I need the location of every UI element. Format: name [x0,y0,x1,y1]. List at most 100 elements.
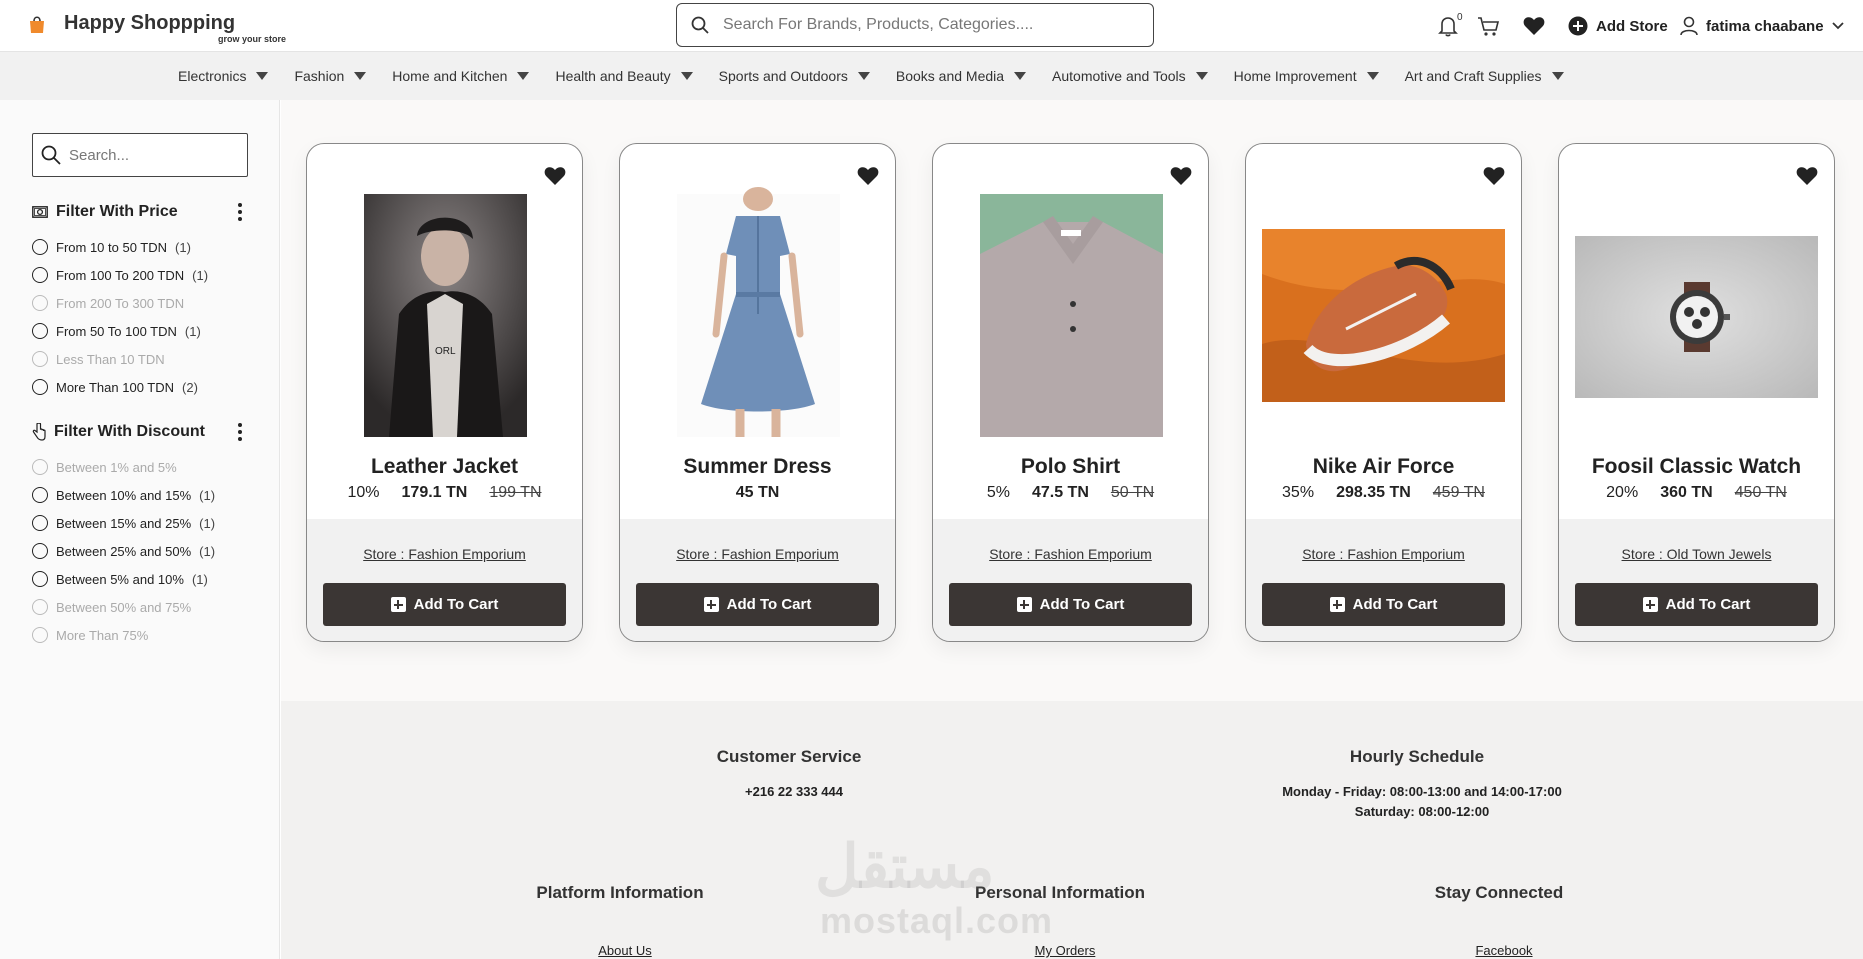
caret-down-icon [680,72,693,80]
price-option[interactable]: More Than 100 TDN (2) [32,377,198,397]
plus-square-icon [1329,597,1345,612]
radio-button [32,599,48,615]
price-option[interactable]: From 100 To 200 TDN (1) [32,265,208,285]
category-home-and-kitchen[interactable]: Home and Kitchen [392,68,530,84]
favorite-heart-icon[interactable] [857,166,879,186]
caret-down-icon [1366,72,1379,80]
hourly-schedule-title: Hourly Schedule [1349,747,1485,766]
price-option[interactable]: From 50 To 100 TDN (1) [32,321,201,341]
category-fashion[interactable]: Fashion [294,68,367,84]
watermark-latin: mostaql.com [820,900,1054,941]
site-footer: Customer Service +216 22 333 444 Hourly … [281,701,1863,959]
product-price: 45 TN [735,484,780,501]
price-option[interactable]: From 10 to 50 TDN (1) [32,237,191,257]
product-prices: 10% 179.1 TN 199 TN [307,484,582,502]
store-link[interactable]: Store : Fashion Emporium [1246,546,1521,562]
product-price: 47.5 TN [1031,484,1089,501]
product-prices: 5% 47.5 TN 50 TN [933,484,1208,502]
product-name[interactable]: Summer Dress [620,455,895,479]
product-old-price: 50 TN [1110,484,1155,501]
radio-button[interactable] [32,379,48,395]
notification-count: 0 [1457,12,1463,23]
price-option-disabled: From 200 To 300 TDN [32,293,184,313]
radio-button [32,351,48,367]
radio-button[interactable] [32,515,48,531]
site-title[interactable]: Happy Shoppping [64,12,235,35]
product-discount: 5% [986,484,1010,501]
hand-pointer-icon [32,423,46,441]
discount-option[interactable]: Between 5% and 10% (1) [32,569,208,589]
plus-square-icon [1642,597,1658,612]
more-options-icon[interactable] [238,423,242,441]
radio-button[interactable] [32,543,48,559]
product-name[interactable]: Polo Shirt [933,455,1208,479]
discount-option[interactable]: Between 25% and 50% (1) [32,541,215,561]
more-options-icon[interactable] [238,203,242,221]
sidebar-search-box[interactable] [32,133,248,177]
discount-option[interactable]: Between 10% and 15% (1) [32,485,215,505]
product-price: 298.35 TN [1336,484,1411,501]
wishlist-button[interactable] [1523,0,1545,52]
plus-square-icon [1016,597,1032,612]
search-icon [691,16,709,34]
favorite-heart-icon[interactable] [1483,166,1505,186]
category-automotive-and-tools[interactable]: Automotive and Tools [1052,68,1208,84]
product-name[interactable]: Nike Air Force [1246,455,1521,479]
category-home-improvement[interactable]: Home Improvement [1234,68,1379,84]
add-to-cart-button[interactable]: Add To Cart [1575,583,1818,626]
caret-down-icon [1014,72,1027,80]
bell-icon [1438,17,1458,37]
cart-button[interactable] [1477,0,1501,52]
caret-down-icon [857,72,870,80]
radio-button[interactable] [32,323,48,339]
about-us-link[interactable]: About Us [525,943,725,958]
product-card[interactable]: Polo Shirt 5% 47.5 TN 50 TN Store : Fash… [932,143,1209,642]
radio-button[interactable] [32,487,48,503]
my-orders-link[interactable]: My Orders [965,943,1165,958]
product-card[interactable]: Summer Dress 45 TN Store : Fashion Empor… [619,143,896,642]
radio-button[interactable] [32,571,48,587]
add-to-cart-button[interactable]: Add To Cart [949,583,1192,626]
store-link[interactable]: Store : Fashion Emporium [307,546,582,562]
product-grid: ORL Leather Jacket 10% 179.1 TN 199 TN S… [281,100,1863,701]
add-to-cart-button[interactable]: Add To Cart [636,583,879,626]
store-link[interactable]: Store : Fashion Emporium [933,546,1208,562]
favorite-heart-icon[interactable] [544,166,566,186]
add-to-cart-button[interactable]: Add To Cart [323,583,566,626]
product-prices: 20% 360 TN 450 TN [1559,484,1834,502]
discount-option[interactable]: Between 15% and 25% (1) [32,513,215,533]
notifications-button[interactable]: 0 [1437,0,1463,52]
money-icon [32,206,48,218]
chevron-down-icon [1831,22,1844,30]
heart-icon [1523,17,1545,35]
store-link[interactable]: Store : Old Town Jewels [1559,546,1834,562]
category-health-and-beauty[interactable]: Health and Beauty [555,68,693,84]
category-sports-and-outdoors[interactable]: Sports and Outdoors [719,68,870,84]
favorite-heart-icon[interactable] [1170,166,1192,186]
radio-button[interactable] [32,239,48,255]
product-card[interactable]: Foosil Classic Watch 20% 360 TN 450 TN S… [1558,143,1835,642]
add-store-label: Add Store [1596,17,1668,35]
facebook-link[interactable]: Facebook [1404,943,1604,958]
user-menu[interactable]: fatima chaabane [1680,0,1844,52]
category-books-and-media[interactable]: Books and Media [896,68,1027,84]
global-search-input[interactable] [723,16,1123,34]
caret-down-icon [256,72,269,80]
product-card[interactable]: ORL Leather Jacket 10% 179.1 TN 199 TN S… [306,143,583,642]
product-name[interactable]: Leather Jacket [307,455,582,479]
favorite-heart-icon[interactable] [1796,166,1818,186]
sidebar-search-input[interactable] [69,146,239,164]
cart-icon [1478,17,1500,36]
add-store-button[interactable]: Add Store [1568,0,1668,52]
add-to-cart-button[interactable]: Add To Cart [1262,583,1505,626]
product-name[interactable]: Foosil Classic Watch [1559,455,1834,479]
product-card[interactable]: Nike Air Force 35% 298.35 TN 459 TN Stor… [1245,143,1522,642]
global-search-box[interactable] [676,3,1154,47]
shopping-bag-logo-icon[interactable] [28,14,46,34]
radio-button[interactable] [32,267,48,283]
category-electronics[interactable]: Electronics [178,68,269,84]
product-price: 179.1 TN [401,484,468,501]
site-tagline: grow your store [218,34,287,44]
category-art-and-craft-supplies[interactable]: Art and Craft Supplies [1405,68,1564,84]
store-link[interactable]: Store : Fashion Emporium [620,546,895,562]
